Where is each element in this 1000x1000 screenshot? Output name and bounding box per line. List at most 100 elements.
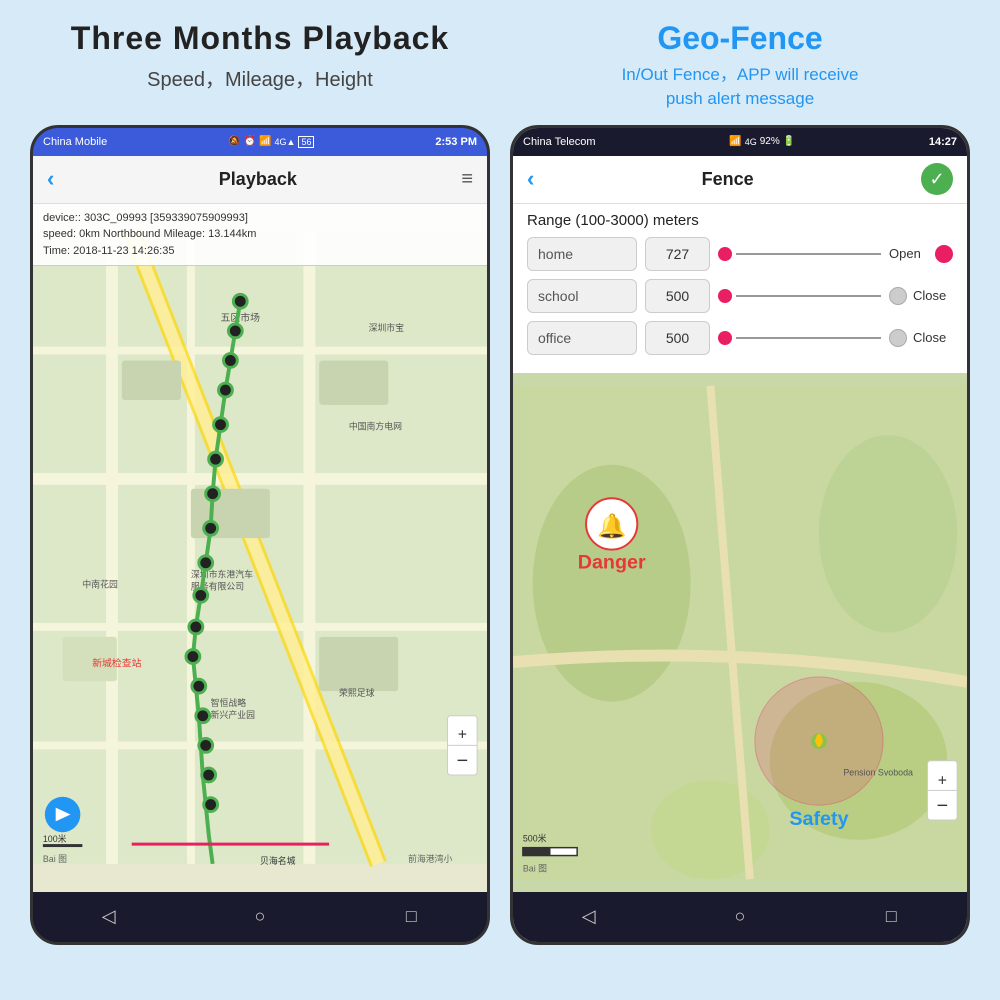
fence-nav-back[interactable]: ◁ [569,906,609,927]
playback-map-svg: 五区市场 中国南方电网 深圳市宝 新城检查站 深圳市东港汽车 服务有限公司 荣熙… [33,204,487,892]
svg-text:+: + [938,772,947,789]
slider-line-office [736,337,881,339]
playback-title: Playback [219,169,297,190]
svg-text:Safety: Safety [789,808,848,830]
fence-status-icons: 📶 4G 92% 🔋 [729,136,795,147]
fence-toggle-office[interactable]: Close [889,329,953,347]
toggle-label-school: Close [913,288,953,303]
fence-time: 14:27 [929,136,957,148]
playback-time: 2:53 PM [435,136,477,148]
playback-map-area: device:: 303C_09993 [359339075909993] sp… [33,204,487,892]
fence-panel: Range (100-3000) meters Open [513,204,967,373]
fence-back-button[interactable]: ‹ [527,166,534,192]
info-line3: Time: 2018-11-23 14:26:35 [43,243,477,260]
fence-status-bar: China Telecom 📶 4G 92% 🔋 14:27 [513,128,967,156]
svg-text:100米: 100米 [43,833,67,844]
fence-value-home[interactable] [645,237,710,271]
svg-text:荣熙足球: 荣熙足球 [339,687,375,698]
playback-carrier: China Mobile [43,136,107,148]
alarm-icon: ⏰ [244,136,256,147]
fence-value-school[interactable] [645,279,710,313]
fence-4g: 4G [745,137,757,147]
fence-wifi: 📶 [729,136,741,147]
slider-line-home [736,253,881,255]
fence-nav-home[interactable]: ○ [720,906,760,927]
svg-text:新城检查站: 新城检查站 [92,656,141,669]
fence-nav-recent[interactable]: □ [871,906,911,927]
svg-text:−: − [457,750,469,772]
fence-carrier: China Telecom [523,136,596,148]
svg-text:深圳市宝: 深圳市宝 [369,321,405,332]
toggle-dot-office [889,329,907,347]
svg-text:深圳市东港汽车: 深圳市东港汽车 [191,568,253,579]
playback-status-icons: 🔕 ⏰ 📶 4G▲ 56 [228,136,314,148]
fence-map-svg: 🔔 Danger Safety 500米 Bai 图 Pension Svobo… [513,373,967,892]
playback-phone: China Mobile 🔕 ⏰ 📶 4G▲ 56 2:53 PM ‹ Play… [30,125,490,945]
svg-text:五区市场: 五区市场 [221,311,261,324]
slider-dot-home [718,247,732,261]
check-icon: ✓ [929,169,944,190]
playback-back-button[interactable]: ‹ [47,166,54,192]
fence-row-school: Close [527,279,953,313]
fence-slider-home[interactable] [718,247,881,261]
playback-app-header: ‹ Playback ≡ [33,156,487,204]
svg-text:Pension Svoboda: Pension Svoboda [843,767,913,777]
fence-row-home: Open [527,237,953,271]
fence-range-label: Range (100-3000) meters [527,212,953,229]
svg-text:+: + [458,726,467,743]
right-section-title: Geo-Fence In/Out Fence，APP will receive … [500,20,980,111]
phones-row: China Mobile 🔕 ⏰ 📶 4G▲ 56 2:53 PM ‹ Play… [20,125,980,945]
fence-name-office[interactable] [527,321,637,355]
slider-line-school [736,295,881,297]
svg-text:Bai 图: Bai 图 [43,853,67,863]
fence-row-office: Close [527,321,953,355]
fence-battery-icon: 🔋 [783,136,795,147]
slider-dot-school [718,289,732,303]
toggle-dot-school [889,287,907,305]
fence-slider-school[interactable] [718,289,881,303]
fence-bottom-bar: ◁ ○ □ [513,892,967,942]
slider-dot-office [718,331,732,345]
fence-app-header: ‹ Fence ✓ [513,156,967,204]
svg-text:中国南方电网: 中国南方电网 [349,420,402,431]
playback-nav-back[interactable]: ◁ [89,906,129,927]
svg-text:智恒战略: 智恒战略 [211,697,247,708]
fence-phone: China Telecom 📶 4G 92% 🔋 14:27 ‹ Fence ✓ [510,125,970,945]
fence-map-area: 🔔 Danger Safety 500米 Bai 图 Pension Svobo… [513,373,967,892]
fence-name-home[interactable] [527,237,637,271]
fence-name-school[interactable] [527,279,637,313]
titles-row: Three Months Playback Speed，Mileage，Heig… [20,20,980,111]
fence-battery-pct: 92% [760,136,780,147]
geo-subheading: In/Out Fence，APP will receive push alert… [500,63,980,111]
info-line2: speed: 0km Northbound Mileage: 13.144km [43,226,477,243]
left-section-title: Three Months Playback Speed，Mileage，Heig… [20,20,500,111]
svg-text:贝海名城: 贝海名城 [260,854,296,865]
playback-menu-icon[interactable]: ≡ [461,168,473,191]
playback-heading: Three Months Playback [20,20,500,57]
fence-title: Fence [702,169,754,190]
network-tag: 56 [298,136,314,148]
svg-text:新兴产业园: 新兴产业园 [211,708,255,719]
fence-slider-office[interactable] [718,331,881,345]
svg-text:前海港湾小: 前海港湾小 [408,852,452,863]
fence-check-button[interactable]: ✓ [921,163,953,195]
svg-text:中南花园: 中南花园 [82,578,118,589]
fence-toggle-school[interactable]: Close [889,287,953,305]
fence-toggle-home[interactable]: Open [889,245,953,263]
playback-nav-home[interactable]: ○ [240,906,280,927]
playback-subheading: Speed，Mileage，Height [20,63,500,92]
toggle-label-office: Close [913,330,953,345]
playback-nav-recent[interactable]: □ [391,906,431,927]
svg-text:500米: 500米 [523,832,547,843]
mute-icon: 🔕 [228,136,240,147]
playback-info-box: device:: 303C_09993 [359339075909993] sp… [33,204,487,267]
signal-icon: 4G▲ [275,137,296,147]
geo-heading: Geo-Fence [500,20,980,57]
fence-value-office[interactable] [645,321,710,355]
playback-bottom-bar: ◁ ○ □ [33,892,487,942]
playback-status-bar: China Mobile 🔕 ⏰ 📶 4G▲ 56 2:53 PM [33,128,487,156]
toggle-label-home: Open [889,246,929,261]
toggle-dot-home [935,245,953,263]
svg-text:🔔: 🔔 [597,512,626,539]
info-line1: device:: 303C_09993 [359339075909993] [43,210,477,227]
